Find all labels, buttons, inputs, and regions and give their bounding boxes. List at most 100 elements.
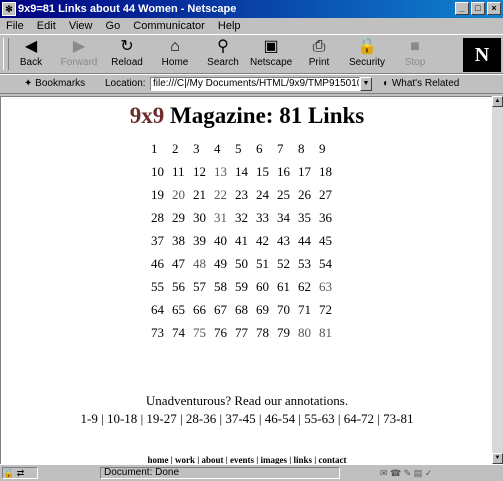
link-7[interactable]: 7 bbox=[277, 141, 298, 157]
menu-view[interactable]: View bbox=[69, 20, 93, 32]
back-button[interactable]: ◀ Back bbox=[10, 37, 52, 68]
search-button[interactable]: ⚲ Search bbox=[202, 37, 244, 68]
link-57[interactable]: 57 bbox=[193, 279, 214, 295]
link-74[interactable]: 74 bbox=[172, 325, 193, 341]
footer-link-work[interactable]: work bbox=[175, 455, 195, 464]
link-31[interactable]: 31 bbox=[214, 210, 235, 226]
link-80[interactable]: 80 bbox=[298, 325, 319, 341]
toolbar-grip[interactable] bbox=[3, 38, 9, 70]
range-link[interactable]: 64-72 bbox=[344, 411, 374, 426]
link-78[interactable]: 78 bbox=[256, 325, 277, 341]
link-34[interactable]: 34 bbox=[277, 210, 298, 226]
link-43[interactable]: 43 bbox=[277, 233, 298, 249]
link-23[interactable]: 23 bbox=[235, 187, 256, 203]
link-11[interactable]: 11 bbox=[172, 164, 193, 180]
link-39[interactable]: 39 bbox=[193, 233, 214, 249]
link-50[interactable]: 50 bbox=[235, 256, 256, 272]
stop-button[interactable]: ■ Stop bbox=[394, 37, 436, 68]
link-12[interactable]: 12 bbox=[193, 164, 214, 180]
link-71[interactable]: 71 bbox=[298, 302, 319, 318]
range-link[interactable]: 10-18 bbox=[107, 411, 137, 426]
link-13[interactable]: 13 bbox=[214, 164, 235, 180]
link-63[interactable]: 63 bbox=[319, 279, 340, 295]
link-24[interactable]: 24 bbox=[256, 187, 277, 203]
link-69[interactable]: 69 bbox=[256, 302, 277, 318]
print-button[interactable]: ⎙ Print bbox=[298, 37, 340, 68]
link-14[interactable]: 14 bbox=[235, 164, 256, 180]
bookmarks-button[interactable]: ✦ Bookmarks bbox=[24, 78, 85, 89]
link-3[interactable]: 3 bbox=[193, 141, 214, 157]
security-button[interactable]: 🔒 Security bbox=[346, 37, 388, 68]
footer-link-links[interactable]: links bbox=[293, 455, 312, 464]
whats-related-button[interactable]: ◐ What's Related bbox=[383, 78, 459, 89]
footer-link-contact[interactable]: contact bbox=[318, 455, 346, 464]
link-1[interactable]: 1 bbox=[151, 141, 172, 157]
range-link[interactable]: 55-63 bbox=[304, 411, 334, 426]
link-76[interactable]: 76 bbox=[214, 325, 235, 341]
menu-go[interactable]: Go bbox=[106, 20, 121, 32]
link-49[interactable]: 49 bbox=[214, 256, 235, 272]
link-62[interactable]: 62 bbox=[298, 279, 319, 295]
link-17[interactable]: 17 bbox=[298, 164, 319, 180]
link-33[interactable]: 33 bbox=[256, 210, 277, 226]
link-79[interactable]: 79 bbox=[277, 325, 298, 341]
range-link[interactable]: 28-36 bbox=[186, 411, 216, 426]
netscape-button[interactable]: ▣ Netscape bbox=[250, 37, 292, 68]
range-link[interactable]: 73-81 bbox=[383, 411, 413, 426]
forward-button[interactable]: ▶ Forward bbox=[58, 37, 100, 68]
reload-button[interactable]: ↻ Reload bbox=[106, 37, 148, 68]
link-70[interactable]: 70 bbox=[277, 302, 298, 318]
link-38[interactable]: 38 bbox=[172, 233, 193, 249]
link-55[interactable]: 55 bbox=[151, 279, 172, 295]
component-bar[interactable]: ✉ ☎ ✎ ▤ ✓ bbox=[380, 467, 500, 479]
home-button[interactable]: ⌂ Home bbox=[154, 37, 196, 68]
close-button[interactable]: × bbox=[487, 2, 501, 15]
annotations-link[interactable]: Unadventurous? Read our annotations. bbox=[1, 393, 492, 409]
link-9[interactable]: 9 bbox=[319, 141, 340, 157]
link-15[interactable]: 15 bbox=[256, 164, 277, 180]
link-25[interactable]: 25 bbox=[277, 187, 298, 203]
link-2[interactable]: 2 bbox=[172, 141, 193, 157]
menu-communicator[interactable]: Communicator bbox=[133, 20, 205, 32]
menu-edit[interactable]: Edit bbox=[37, 20, 56, 32]
range-link[interactable]: 46-54 bbox=[265, 411, 295, 426]
footer-link-about[interactable]: about bbox=[202, 455, 224, 464]
netscape-logo[interactable]: N bbox=[463, 38, 501, 72]
link-48[interactable]: 48 bbox=[193, 256, 214, 272]
vertical-scrollbar[interactable]: ▲ ▼ bbox=[492, 96, 503, 464]
link-27[interactable]: 27 bbox=[319, 187, 340, 203]
range-link[interactable]: 37-45 bbox=[225, 411, 255, 426]
link-29[interactable]: 29 bbox=[172, 210, 193, 226]
link-35[interactable]: 35 bbox=[298, 210, 319, 226]
link-19[interactable]: 19 bbox=[151, 187, 172, 203]
link-66[interactable]: 66 bbox=[193, 302, 214, 318]
link-52[interactable]: 52 bbox=[277, 256, 298, 272]
menu-file[interactable]: File bbox=[6, 20, 24, 32]
link-73[interactable]: 73 bbox=[151, 325, 172, 341]
range-link[interactable]: 19-27 bbox=[146, 411, 176, 426]
link-75[interactable]: 75 bbox=[193, 325, 214, 341]
link-59[interactable]: 59 bbox=[235, 279, 256, 295]
link-68[interactable]: 68 bbox=[235, 302, 256, 318]
link-45[interactable]: 45 bbox=[319, 233, 340, 249]
link-60[interactable]: 60 bbox=[256, 279, 277, 295]
url-dropdown-icon[interactable]: ▼ bbox=[360, 77, 372, 91]
link-46[interactable]: 46 bbox=[151, 256, 172, 272]
link-40[interactable]: 40 bbox=[214, 233, 235, 249]
link-10[interactable]: 10 bbox=[151, 164, 172, 180]
maximize-button[interactable]: □ bbox=[471, 2, 485, 15]
link-67[interactable]: 67 bbox=[214, 302, 235, 318]
link-37[interactable]: 37 bbox=[151, 233, 172, 249]
link-44[interactable]: 44 bbox=[298, 233, 319, 249]
minimize-button[interactable]: _ bbox=[455, 2, 469, 15]
link-20[interactable]: 20 bbox=[172, 187, 193, 203]
menu-help[interactable]: Help bbox=[218, 20, 241, 32]
link-36[interactable]: 36 bbox=[319, 210, 340, 226]
location-url-field[interactable]: file:///C|/My Documents/HTML/9x9/TMP9150… bbox=[150, 77, 360, 91]
link-16[interactable]: 16 bbox=[277, 164, 298, 180]
link-64[interactable]: 64 bbox=[151, 302, 172, 318]
link-65[interactable]: 65 bbox=[172, 302, 193, 318]
link-21[interactable]: 21 bbox=[193, 187, 214, 203]
link-77[interactable]: 77 bbox=[235, 325, 256, 341]
link-47[interactable]: 47 bbox=[172, 256, 193, 272]
